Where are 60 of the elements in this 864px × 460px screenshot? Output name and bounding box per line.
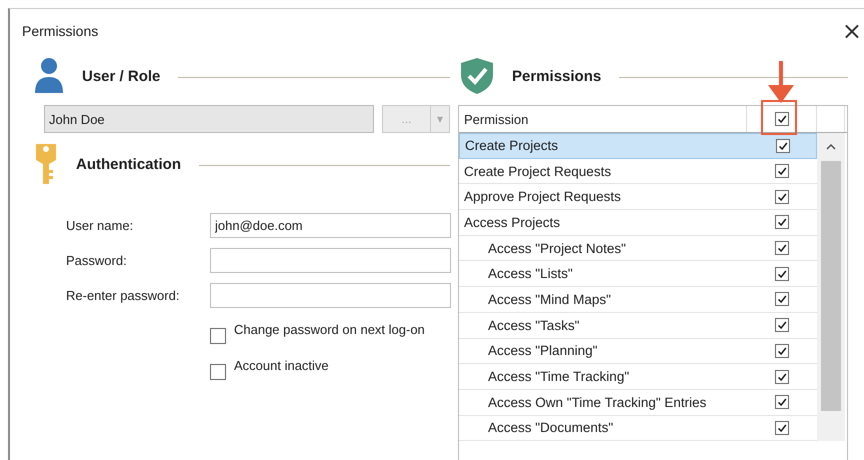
- highlight-frame: [761, 100, 797, 135]
- permission-label: Approve Project Requests: [463, 189, 622, 204]
- checkbox[interactable]: [775, 266, 789, 281]
- permission-label: Access "Tasks": [487, 318, 580, 333]
- permission-row[interactable]: Access "Lists": [459, 261, 817, 288]
- checkbox[interactable]: [775, 292, 789, 306]
- checkbox[interactable]: [775, 318, 789, 332]
- annotation-arrow: [768, 61, 794, 103]
- permission-row[interactable]: Access "Documents": [459, 416, 817, 442]
- permission-row[interactable]: Access "Time Tracking": [459, 364, 817, 390]
- window-title: Permissions: [22, 23, 98, 39]
- permission-label: Create Project Requests: [463, 164, 612, 179]
- checkbox[interactable]: [775, 395, 789, 410]
- permission-label: Create Projects: [464, 138, 560, 154]
- permission-row[interactable]: Create Projects: [459, 133, 817, 159]
- checkbox[interactable]: [775, 164, 789, 178]
- checkbox[interactable]: [776, 138, 790, 153]
- option-label: Account inactive: [234, 358, 329, 373]
- shield-check-icon: [460, 57, 494, 95]
- close-button[interactable]: ×: [838, 19, 864, 43]
- checkbox[interactable]: [775, 215, 789, 230]
- checkbox[interactable]: [775, 190, 789, 204]
- input-field[interactable]: [210, 248, 451, 273]
- input-field[interactable]: [210, 283, 451, 308]
- permission-label: Access Own "Time Tracking" Entries: [487, 394, 708, 410]
- scroll-thumb[interactable]: [821, 161, 841, 411]
- permission-row[interactable]: Approve Project Requests: [459, 184, 817, 210]
- permission-label: Access "Mind Maps": [487, 292, 612, 307]
- checkbox[interactable]: [210, 328, 226, 344]
- option-label: Change password on next log-on: [234, 322, 425, 337]
- checkbox[interactable]: [775, 344, 789, 358]
- permission-row[interactable]: Access "Tasks": [459, 312, 817, 338]
- section-heading: User / Role: [82, 68, 160, 84]
- user-icon: [34, 57, 64, 95]
- permission-row[interactable]: Access Own "Time Tracking" Entries: [459, 390, 817, 416]
- checkbox[interactable]: [775, 370, 789, 384]
- permission-label: Access Projects: [463, 214, 562, 230]
- permission-label: Access "Planning": [487, 343, 598, 358]
- permission-label: Access "Documents": [487, 420, 614, 436]
- permission-row[interactable]: Create Project Requests: [459, 158, 817, 184]
- permission-label: Access "Project Notes": [487, 240, 627, 256]
- permission-label: Access "Lists": [487, 266, 574, 282]
- permission-row[interactable]: Access "Mind Maps": [459, 287, 817, 313]
- checkbox[interactable]: [775, 420, 789, 435]
- permission-row[interactable]: Access "Planning": [459, 338, 817, 364]
- key-icon: [34, 142, 58, 186]
- permission-row[interactable]: Access Projects: [459, 210, 817, 236]
- field-label: Re-enter password:: [66, 288, 180, 303]
- checkbox[interactable]: [775, 241, 789, 256]
- permission-label: Access "Time Tracking": [487, 369, 630, 384]
- scrollbar[interactable]: [817, 133, 845, 442]
- column-header: Permission: [459, 106, 747, 132]
- checkbox[interactable]: [774, 112, 788, 126]
- checkbox[interactable]: [210, 364, 226, 380]
- permission-row[interactable]: Access "Project Notes": [459, 236, 817, 262]
- section-heading: Authentication: [76, 156, 181, 172]
- field-label: User name:: [66, 218, 134, 233]
- field-label: Password:: [66, 253, 128, 268]
- input-field[interactable]: john@doe.com: [210, 213, 451, 238]
- section-heading: Permissions: [512, 68, 602, 84]
